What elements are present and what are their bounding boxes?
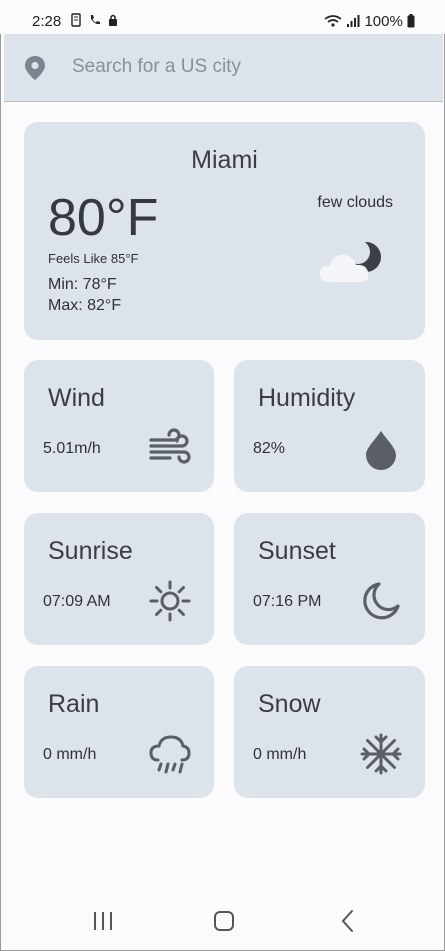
rain-value: 0 mm/h [43, 746, 97, 763]
snow-title: Snow [258, 690, 321, 718]
current-temperature: 80°F [48, 189, 159, 247]
sun-icon [149, 580, 191, 622]
signal-icon [347, 15, 360, 27]
status-right: 100% [324, 13, 415, 30]
wind-title: Wind [48, 384, 105, 412]
wind-value: 5.01m/h [43, 440, 101, 457]
min-temperature: Min: 78°F [48, 276, 117, 293]
navigation-bar [0, 890, 445, 950]
rain-card: Rain 0 mm/h [24, 666, 214, 798]
wind-card: Wind 5.01m/h [24, 360, 214, 492]
status-bar: 2:28 100% [0, 0, 445, 34]
recent-apps-button[interactable] [88, 908, 118, 934]
city-name: Miami [191, 146, 258, 174]
weather-description: few clouds [317, 194, 393, 211]
humidity-card: Humidity 82% [234, 360, 425, 492]
snow-value: 0 mm/h [253, 746, 307, 763]
current-weather-card: Miami 80°F Feels Like 85°F Min: 78°F Max… [24, 122, 425, 340]
wind-icon [149, 428, 191, 464]
status-time: 2:28 [32, 13, 62, 30]
battery-percent: 100% [364, 13, 403, 30]
humidity-title: Humidity [258, 384, 356, 412]
rain-cloud-icon [149, 735, 191, 774]
sunrise-value: 07:09 AM [43, 593, 111, 610]
snowflake-icon [360, 733, 402, 775]
sunrise-card: Sunrise 07:09 AM [24, 513, 214, 645]
sunset-card: Sunset 07:16 PM [234, 513, 425, 645]
lock-icon [109, 14, 118, 26]
notification-icons [70, 13, 119, 28]
battery-icon [407, 14, 415, 28]
sunrise-title: Sunrise [48, 537, 133, 565]
humidity-value: 82% [253, 440, 286, 457]
home-button[interactable] [209, 908, 239, 934]
phone-icon [71, 13, 81, 27]
max-temperature: Max: 82°F [48, 297, 122, 314]
back-button[interactable] [334, 908, 364, 934]
moon-icon [363, 582, 400, 620]
search-bar [4, 34, 443, 102]
rain-title: Rain [48, 690, 100, 718]
sunset-title: Sunset [258, 537, 336, 565]
partly-cloudy-night-icon [319, 240, 381, 282]
drop-icon [366, 431, 396, 470]
sunset-value: 07:16 PM [253, 593, 322, 610]
wifi-icon [324, 15, 342, 27]
call-icon [90, 15, 100, 25]
search-input[interactable] [68, 50, 426, 84]
feels-like: Feels Like 85°F [48, 251, 139, 266]
snow-card: Snow 0 mm/h [234, 666, 425, 798]
location-pin-icon [25, 56, 45, 80]
